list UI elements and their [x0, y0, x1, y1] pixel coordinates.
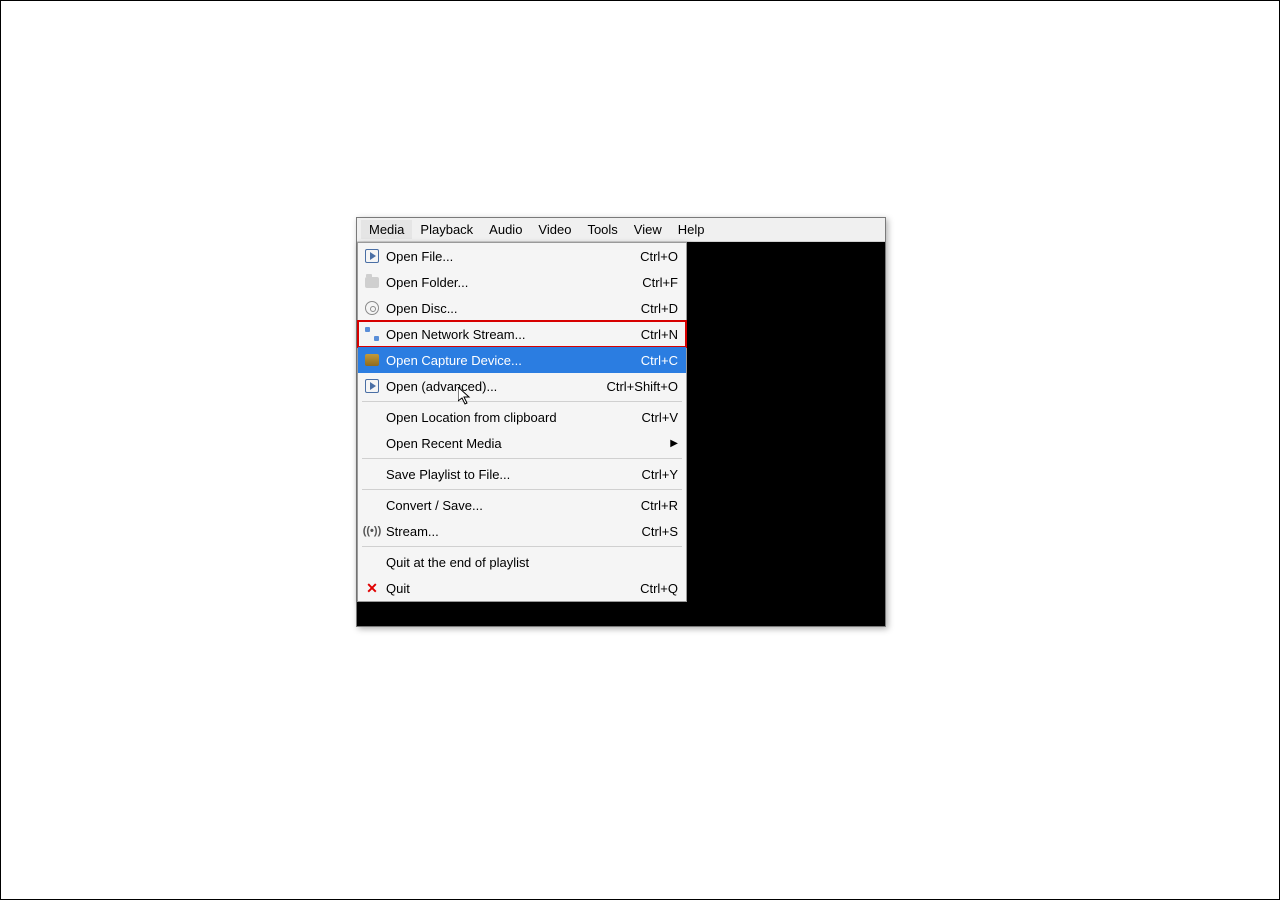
menu-open-advanced[interactable]: Open (advanced)... Ctrl+Shift+O — [358, 373, 686, 399]
menu-video[interactable]: Video — [530, 220, 579, 239]
menu-open-capture-device[interactable]: Open Capture Device... Ctrl+C — [358, 347, 686, 373]
menu-convert-save[interactable]: Convert / Save... Ctrl+R — [358, 492, 686, 518]
menu-shortcut: Ctrl+O — [598, 249, 678, 264]
menu-label: Quit at the end of playlist — [386, 555, 598, 570]
menu-open-disc[interactable]: Open Disc... Ctrl+D — [358, 295, 686, 321]
submenu-arrow-icon: ▶ — [666, 438, 678, 449]
blank-icon — [362, 408, 382, 426]
menu-shortcut: Ctrl+Y — [598, 467, 678, 482]
menu-separator — [362, 546, 682, 547]
menu-shortcut: Ctrl+D — [598, 301, 678, 316]
menu-label: Open Network Stream... — [386, 327, 598, 342]
disc-icon — [362, 299, 382, 317]
media-dropdown: Open File... Ctrl+O Open Folder... Ctrl+… — [357, 242, 687, 602]
menu-label: Open Location from clipboard — [386, 410, 598, 425]
menu-label: Open Folder... — [386, 275, 598, 290]
close-icon: ✕ — [362, 579, 382, 597]
menu-label: Open (advanced)... — [386, 379, 596, 394]
menu-separator — [362, 458, 682, 459]
menu-open-recent[interactable]: Open Recent Media ▶ — [358, 430, 686, 456]
menu-help[interactable]: Help — [670, 220, 713, 239]
menu-open-clipboard[interactable]: Open Location from clipboard Ctrl+V — [358, 404, 686, 430]
menu-label: Save Playlist to File... — [386, 467, 598, 482]
play-file-icon — [362, 377, 382, 395]
menubar: Media Playback Audio Video Tools View He… — [357, 218, 885, 242]
folder-icon — [362, 273, 382, 291]
menu-shortcut: Ctrl+C — [598, 353, 678, 368]
menu-label: Open Capture Device... — [386, 353, 598, 368]
menu-audio[interactable]: Audio — [481, 220, 530, 239]
menu-shortcut: Ctrl+Shift+O — [596, 379, 678, 394]
blank-icon — [362, 553, 382, 571]
menu-tools[interactable]: Tools — [579, 220, 625, 239]
menu-view[interactable]: View — [626, 220, 670, 239]
capture-device-icon — [362, 351, 382, 369]
blank-icon — [362, 434, 382, 452]
menu-shortcut: Ctrl+R — [598, 498, 678, 513]
blank-icon — [362, 496, 382, 514]
menu-open-network-stream[interactable]: Open Network Stream... Ctrl+N — [358, 321, 686, 347]
play-file-icon — [362, 247, 382, 265]
menu-open-file[interactable]: Open File... Ctrl+O — [358, 243, 686, 269]
menu-stream[interactable]: ((•)) Stream... Ctrl+S — [358, 518, 686, 544]
menu-separator — [362, 489, 682, 490]
menu-save-playlist[interactable]: Save Playlist to File... Ctrl+Y — [358, 461, 686, 487]
menu-label: Quit — [386, 581, 598, 596]
menu-label: Stream... — [386, 524, 598, 539]
menu-playback[interactable]: Playback — [412, 220, 481, 239]
menu-label: Open Recent Media — [386, 436, 586, 451]
menu-label: Open File... — [386, 249, 598, 264]
menu-quit[interactable]: ✕ Quit Ctrl+Q — [358, 575, 686, 601]
menu-shortcut: Ctrl+Q — [598, 581, 678, 596]
menu-label: Convert / Save... — [386, 498, 598, 513]
menu-shortcut: Ctrl+V — [598, 410, 678, 425]
menu-shortcut: Ctrl+F — [598, 275, 678, 290]
stream-icon: ((•)) — [362, 522, 382, 540]
menu-label: Open Disc... — [386, 301, 598, 316]
network-icon — [362, 325, 382, 343]
menu-quit-end-playlist[interactable]: Quit at the end of playlist — [358, 549, 686, 575]
menu-open-folder[interactable]: Open Folder... Ctrl+F — [358, 269, 686, 295]
menu-separator — [362, 401, 682, 402]
menu-media[interactable]: Media — [361, 220, 412, 239]
menu-shortcut: Ctrl+S — [598, 524, 678, 539]
menu-shortcut: Ctrl+N — [598, 327, 678, 342]
blank-icon — [362, 465, 382, 483]
app-window: Media Playback Audio Video Tools View He… — [356, 217, 886, 627]
